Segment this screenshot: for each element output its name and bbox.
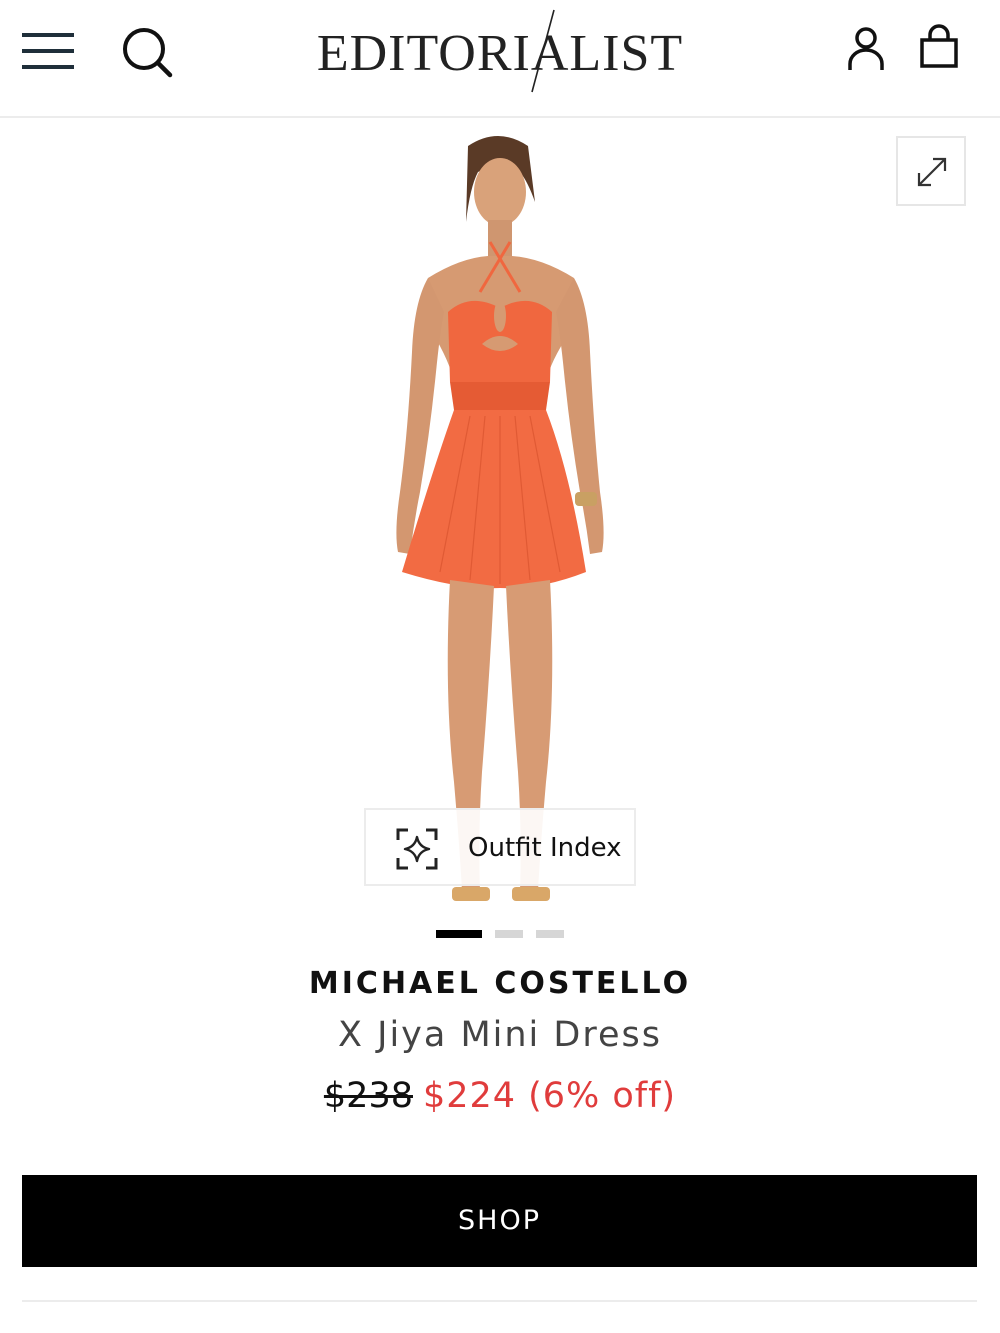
user-account-icon[interactable] <box>846 26 886 72</box>
sale-price: $224 <box>422 1076 517 1116</box>
logo-text: EDITORIALIST <box>316 25 684 82</box>
price-row: $238 $224 (6% off) <box>0 1072 1000 1120</box>
original-price: $238 <box>323 1076 413 1116</box>
outfit-index-label: Outfit Index <box>468 833 622 863</box>
divider <box>22 1300 977 1302</box>
discount-label: (6% off) <box>528 1076 677 1116</box>
site-header: EDITORIALIST <box>0 0 1000 118</box>
outfit-index-button[interactable]: Outfit Index <box>364 808 636 886</box>
site-logo[interactable]: EDITORIALIST <box>300 6 700 96</box>
carousel-dot-1[interactable] <box>436 930 482 938</box>
shopping-bag-icon[interactable] <box>918 24 960 70</box>
product-gallery[interactable]: Outfit Index <box>0 120 1000 920</box>
product-brand[interactable]: MICHAEL COSTELLO <box>0 964 1000 1004</box>
search-icon[interactable] <box>120 26 174 78</box>
product-name: X Jiya Mini Dress <box>338 1015 662 1055</box>
product-photo[interactable] <box>370 132 630 922</box>
sparkle-scan-icon <box>396 828 438 870</box>
shop-button[interactable]: SHOP <box>22 1175 977 1267</box>
hamburger-menu-icon[interactable] <box>22 30 74 72</box>
carousel-dot-2[interactable] <box>495 930 523 938</box>
expand-arrows-icon <box>917 157 947 187</box>
carousel-dot-3[interactable] <box>536 930 564 938</box>
logo-slash-mark <box>531 9 555 93</box>
expand-image-button[interactable] <box>896 136 966 206</box>
carousel-pagination <box>436 930 566 940</box>
